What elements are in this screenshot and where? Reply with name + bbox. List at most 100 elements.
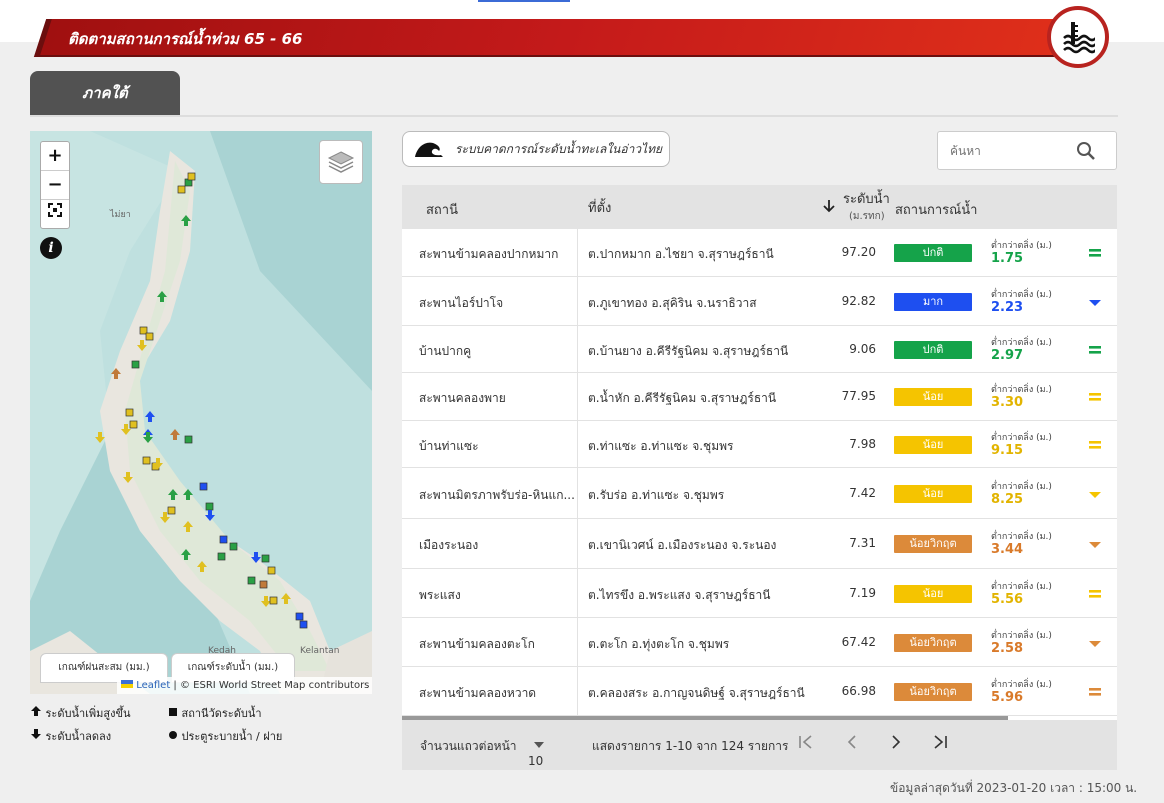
status-badge: มาก <box>894 293 972 311</box>
trend-down-icon <box>1089 641 1101 647</box>
leaflet-link[interactable]: Leaflet <box>136 680 170 691</box>
prev-page-icon[interactable] <box>846 734 858 753</box>
next-page-icon[interactable] <box>890 734 902 753</box>
status-badge: น้อย <box>894 485 972 503</box>
column-divider <box>577 229 578 716</box>
legend-falling: ระดับน้ำลดลง <box>30 727 111 745</box>
equal-icon <box>1089 590 1101 598</box>
station-name: สะพานข้ามคลองตะโก <box>419 637 535 651</box>
bank-diff-label: ต่ำกว่าตลิ่ง (ม.) <box>991 582 1052 592</box>
bank-diff-label: ต่ำกว่าตลิ่ง (ม.) <box>991 290 1052 300</box>
station-name: สะพานข้ามคลองปากหมาก <box>419 247 559 261</box>
status-badge: น้อย <box>894 585 972 603</box>
circle-icon <box>169 731 177 739</box>
zoom-out-button[interactable]: − <box>41 171 69 200</box>
bank-diff-value: 8.25 <box>991 492 1024 507</box>
equal-icon <box>1089 249 1101 257</box>
rows-per-page-label: จำนวนแถวต่อหน้า <box>420 739 517 753</box>
table-row[interactable]: สะพานข้ามคลองตะโก ต.ตะโก อ.ทุ่งตะโก จ.ชุม… <box>402 618 1117 667</box>
status-badge: น้อยวิกฤต <box>894 683 972 701</box>
svg-text:Kelantan: Kelantan <box>300 646 339 656</box>
col-status[interactable]: สถานการณ์น้ำ <box>895 199 977 220</box>
status-badge: น้อยวิกฤต <box>894 535 972 553</box>
first-page-icon[interactable] <box>798 734 814 753</box>
search-icon[interactable] <box>1076 141 1096 161</box>
water-level: 7.98 <box>849 437 876 451</box>
header-banner: ติดตามสถานการณ์น้ำท่วม 65 - 66 <box>32 19 1092 57</box>
info-icon[interactable]: i <box>40 237 62 259</box>
legend-gate: ประตูระบายน้ำ / ฝาย <box>168 727 282 745</box>
tab-south-region[interactable]: ภาคใต้ <box>30 71 180 116</box>
station-name: สะพานไอร์ปาโจ <box>419 296 504 310</box>
bank-diff-label: ต่ำกว่าตลิ่ง (ม.) <box>991 482 1052 492</box>
bank-diff-label: ต่ำกว่าตลิ่ง (ม.) <box>991 532 1052 542</box>
search-input[interactable] <box>948 140 1072 162</box>
bank-diff-value: 2.58 <box>991 641 1024 656</box>
table-row[interactable]: บ้านปากคู ต.บ้านยาง อ.คีรีรัฐนิคม จ.สุราษ… <box>402 326 1117 373</box>
bank-diff-label: ต่ำกว่าตลิ่ง (ม.) <box>991 680 1052 690</box>
map-attribution: Leaflet | © ESRI World Street Map contri… <box>117 677 372 694</box>
fit-bounds-icon[interactable] <box>41 200 69 228</box>
col-location[interactable]: ที่ตั้ง <box>588 197 611 218</box>
sort-down-icon[interactable] <box>823 199 835 213</box>
station-name: สะพานมิตรภาพรับร่อ-หินแก... <box>419 488 575 502</box>
table-header: สถานี ที่ตั้ง ระดับน้ำ (ม.รทก) สถานการณ์… <box>402 185 1117 229</box>
table-row[interactable]: สะพานข้ามคลองปากหมาก ต.ปากหมาก อ.ไชยา จ.ส… <box>402 229 1117 277</box>
station-location: ต.เขานิเวศน์ อ.เมืองระนอง จ.ระนอง <box>588 538 777 552</box>
wave-icon <box>415 142 443 157</box>
table-row[interactable]: สะพานไอร์ปาโจ ต.ภูเขาทอง อ.สุคิริน จ.นราธ… <box>402 277 1117 326</box>
arrow-up-icon <box>31 706 41 716</box>
status-badge: น้อย <box>894 388 972 406</box>
water-level: 92.82 <box>841 294 876 308</box>
bank-diff-value: 2.23 <box>991 300 1024 315</box>
search-box[interactable] <box>937 131 1117 170</box>
status-badge: ปกติ <box>894 244 972 262</box>
water-level: 7.19 <box>849 586 876 600</box>
flood-logo-icon <box>1047 6 1109 68</box>
table-footer: จำนวนแถวต่อหน้า 10 แสดงรายการ 1-10 จาก 1… <box>402 720 1117 770</box>
station-name: บ้านปากคู <box>419 344 472 358</box>
table-row[interactable]: บ้านท่าแซะ ต.ท่าแซะ อ.ท่าแซะ จ.ชุมพร 7.98 น… <box>402 421 1117 468</box>
station-location: ต.ตะโก อ.ทุ่งตะโก จ.ชุมพร <box>588 637 730 651</box>
col-level[interactable]: ระดับน้ำ <box>843 188 890 209</box>
water-level: 7.31 <box>849 536 876 550</box>
layers-button[interactable] <box>319 140 363 184</box>
pagination-range: แสดงรายการ 1-10 จาก 124 รายการ <box>592 739 789 753</box>
last-page-icon[interactable] <box>932 734 948 753</box>
station-location: ต.ท่าแซะ อ.ท่าแซะ จ.ชุมพร <box>588 439 734 453</box>
bank-diff-label: ต่ำกว่าตลิ่ง (ม.) <box>991 631 1052 641</box>
table-row[interactable]: สะพานคลองพาย ต.น้ำหัก อ.คีรีรัฐนิคม จ.สุร… <box>402 373 1117 421</box>
water-level: 97.20 <box>841 245 876 259</box>
bank-diff-value: 3.30 <box>991 395 1024 410</box>
equal-icon <box>1089 346 1101 354</box>
bank-diff-label: ต่ำกว่าตลิ่ง (ม.) <box>991 338 1052 348</box>
station-location: ต.น้ำหัก อ.คีรีรัฐนิคม จ.สุราษฎร์ธานี <box>588 391 777 405</box>
station-location: ต.บ้านยาง อ.คีรีรัฐนิคม จ.สุราษฎร์ธานี <box>588 344 789 358</box>
station-name: เมืองระนอง <box>419 538 479 552</box>
table-row[interactable]: เมืองระนอง ต.เขานิเวศน์ อ.เมืองระนอง จ.ระ… <box>402 519 1117 569</box>
trend-down-icon <box>1089 300 1101 306</box>
station-name: สะพานคลองพาย <box>419 391 506 405</box>
table-row[interactable]: สะพานมิตรภาพรับร่อ-หินแก... ต.รับร่อ อ.ท่… <box>402 468 1117 519</box>
page-title: ติดตามสถานการณ์น้ำท่วม 65 - 66 <box>68 30 303 48</box>
arrow-down-icon <box>31 729 41 739</box>
table-row[interactable]: สะพานข้ามคลองหวาด ต.คลองสระ อ.กาญจนดิษฐ์ … <box>402 667 1117 716</box>
ukraine-flag-icon <box>121 680 133 688</box>
rows-per-page-select[interactable]: 10 <box>528 737 544 768</box>
trend-down-icon <box>1089 492 1101 498</box>
table-row[interactable]: พระแสง ต.ไทรขึง อ.พระแสง จ.สุราษฎร์ธานี 7.… <box>402 569 1117 618</box>
bank-diff-value: 1.75 <box>991 251 1024 266</box>
station-location: ต.คลองสระ อ.กาญจนดิษฐ์ จ.สุราษฎร์ธานี <box>588 686 805 700</box>
square-icon <box>169 708 177 716</box>
last-updated: ข้อมูลล่าสุดวันที่ 2023-01-20 เวลา : 15:… <box>890 781 1138 795</box>
water-map[interactable]: ไม่ยา Kelantan Kedah + − i เกณฑ์ฝนสะสม (… <box>30 131 372 694</box>
zoom-in-button[interactable]: + <box>41 142 69 171</box>
station-location: ต.รับร่อ อ.ท่าแซะ จ.ชุมพร <box>588 488 725 502</box>
attribution-text: | © ESRI World Street Map contributors <box>170 680 370 691</box>
col-station[interactable]: สถานี <box>426 199 458 220</box>
status-badge: น้อย <box>894 436 972 454</box>
station-table: สถานี ที่ตั้ง ระดับน้ำ (ม.รทก) สถานการณ์… <box>402 185 1117 770</box>
equal-icon <box>1089 688 1101 696</box>
legend-station: สถานีวัดระดับน้ำ <box>168 704 262 722</box>
sea-level-forecast-button[interactable]: ระบบคาดการณ์ระดับน้ำทะเลในอ่าวไทย <box>402 131 670 167</box>
